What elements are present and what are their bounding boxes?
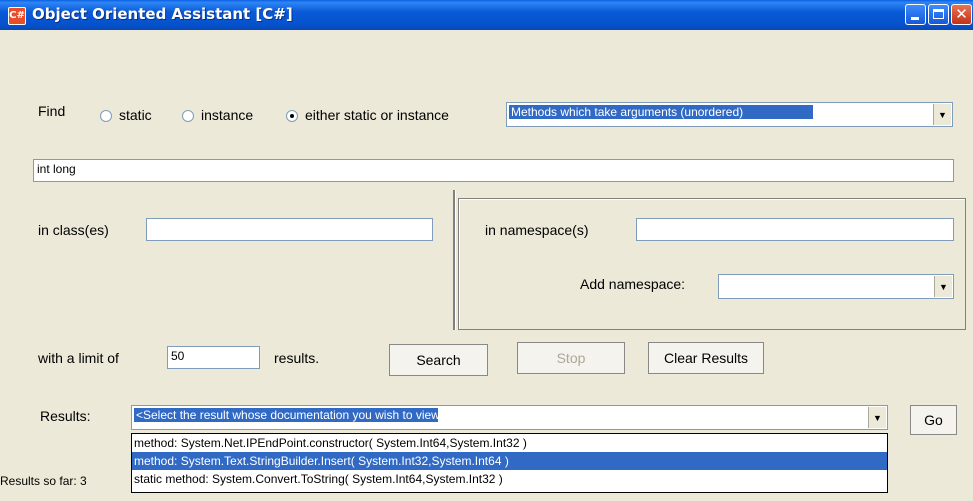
radio-static-label[interactable]: static: [119, 107, 152, 123]
close-icon: ✕: [955, 5, 968, 23]
search-button[interactable]: Search: [389, 344, 488, 376]
results-select[interactable]: <Select the result whose documentation y…: [131, 405, 888, 430]
search-mode-select[interactable]: Methods which take arguments (unordered)…: [506, 102, 953, 127]
limit-input[interactable]: 50: [167, 346, 260, 369]
minimize-button[interactable]: [905, 4, 926, 25]
add-namespace-label: Add namespace:: [580, 276, 686, 292]
radio-either-label[interactable]: either static or instance: [305, 107, 449, 123]
limit-suffix: results.: [274, 350, 320, 366]
limit-label: with a limit of: [38, 350, 119, 366]
panel-divider: [453, 190, 456, 330]
stop-button[interactable]: Stop: [517, 342, 625, 374]
list-item[interactable]: method: System.Text.StringBuilder.Insert…: [132, 452, 887, 470]
minimize-icon: [911, 17, 919, 20]
app-icon: C#: [8, 7, 26, 25]
maximize-button[interactable]: [928, 4, 949, 25]
search-mode-value: Methods which take arguments (unordered): [509, 105, 813, 119]
status-text: Results so far: 3: [0, 474, 87, 488]
add-namespace-select[interactable]: ▼: [718, 274, 954, 299]
list-item[interactable]: static method: System.Convert.ToString( …: [132, 470, 887, 488]
radio-instance[interactable]: [182, 110, 194, 122]
window-title: Object Oriented Assistant [C#]: [32, 5, 293, 23]
chevron-down-icon[interactable]: ▼: [868, 407, 886, 428]
clear-results-button[interactable]: Clear Results: [648, 342, 764, 374]
maximize-icon: [933, 9, 944, 19]
main-window: C# Object Oriented Assistant [C#] ✕ Find…: [0, 0, 973, 501]
go-button[interactable]: Go: [910, 405, 957, 435]
classes-input[interactable]: [146, 218, 433, 241]
radio-either[interactable]: [286, 110, 298, 122]
arguments-input[interactable]: int long: [33, 159, 954, 182]
namespaces-label: in namespace(s): [485, 222, 589, 238]
chevron-down-icon[interactable]: ▼: [933, 104, 951, 125]
results-select-value: <Select the result whose documentation y…: [134, 408, 438, 422]
title-bar[interactable]: C# Object Oriented Assistant [C#] ✕: [0, 0, 973, 30]
classes-label: in class(es): [38, 222, 109, 238]
close-button[interactable]: ✕: [951, 4, 972, 25]
results-dropdown-list[interactable]: method: System.Net.IPEndPoint.constructo…: [131, 433, 888, 493]
radio-instance-label[interactable]: instance: [201, 107, 253, 123]
namespaces-input[interactable]: [636, 218, 954, 241]
radio-static[interactable]: [100, 110, 112, 122]
list-item[interactable]: method: System.Net.IPEndPoint.constructo…: [132, 434, 887, 452]
chevron-down-icon[interactable]: ▼: [934, 276, 952, 297]
find-label: Find: [38, 103, 66, 119]
results-label: Results:: [40, 408, 91, 424]
